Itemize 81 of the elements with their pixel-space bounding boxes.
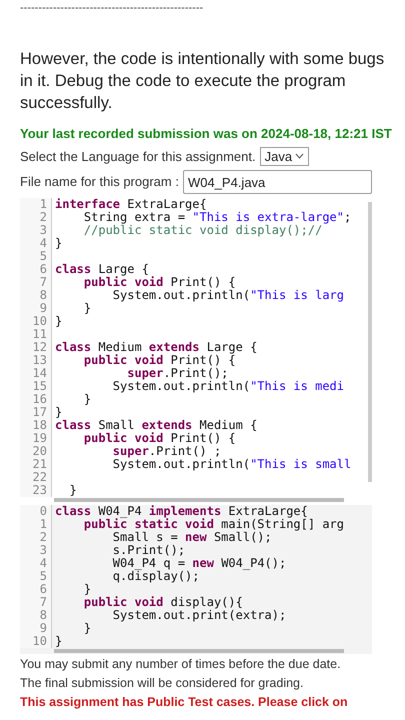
line-number: 7 — [40, 276, 47, 289]
code-line: class Small extends Medium { — [55, 419, 258, 432]
line-number: 1 — [40, 198, 47, 211]
vertical-scrollbar[interactable] — [368, 202, 372, 482]
code-line: interface ExtraLarge{ — [55, 198, 207, 211]
code-line: } — [82, 583, 92, 596]
code-line: public void display(){ — [82, 596, 243, 609]
line-number: 10 — [32, 315, 47, 328]
code-line: } — [82, 393, 92, 406]
line-number: 19 — [32, 432, 47, 445]
last-submission-text: Your last recorded submission was on 2024-08-18, 12:21 IST — [20, 125, 393, 143]
line-number: 6 — [40, 263, 47, 276]
code-line: } — [68, 484, 77, 497]
code-line: System.out.print(extra); — [112, 609, 286, 622]
line-number: 22 — [32, 471, 47, 484]
line-number: 1 — [40, 518, 47, 531]
chevron-down-icon — [295, 153, 304, 160]
code-line: W04_P4 q = new W04_P4(); — [112, 557, 286, 570]
code-line: //public static void display();// — [82, 224, 322, 237]
warning-text: This assignment has Public Test cases. Please click on — [20, 694, 349, 710]
line-number: 2 — [40, 211, 47, 224]
code-line: s.Print(); — [112, 544, 186, 557]
code-line: System.out.println("This is larg — [112, 289, 344, 302]
file-name-field[interactable]: W04_P4.java — [182, 170, 372, 194]
line-number: 8 — [40, 609, 47, 622]
code-line: super.Print(); — [126, 367, 228, 380]
line-number: 6 — [40, 583, 47, 596]
code-editor[interactable] — [20, 198, 372, 503]
line-number: 5 — [40, 250, 47, 263]
note-text: The final submission will be considered for grading. — [20, 675, 304, 691]
line-number: 4 — [40, 557, 47, 570]
code-line: public void Print() { — [82, 276, 236, 289]
code-line: } — [55, 635, 62, 648]
line-number: 21 — [32, 458, 47, 471]
code-line: } — [55, 406, 62, 419]
line-number: 0 — [40, 505, 47, 518]
code-line: super.Print() ; — [112, 445, 222, 458]
code-line: public void Print() { — [82, 432, 236, 445]
line-number: 10 — [32, 635, 47, 648]
code-line: System.out.println("This is small — [112, 458, 352, 471]
line-number: 2 — [40, 531, 47, 544]
language-label: Select the Language for this assignment. — [20, 148, 256, 166]
line-number: 5 — [40, 570, 47, 583]
code-line: System.out.println("This is medi — [112, 380, 344, 393]
line-number: 14 — [32, 367, 47, 380]
line-number: 7 — [40, 596, 47, 609]
line-number: 9 — [40, 622, 47, 635]
line-number: 15 — [32, 380, 47, 393]
line-number: 17 — [32, 406, 47, 419]
code-line: class Large { — [55, 263, 149, 276]
line-number: 8 — [40, 289, 47, 302]
code-line: } — [82, 622, 92, 635]
note-text: You may submit any number of times before the due date. — [20, 656, 342, 672]
separator-text: -------------------------------------------------- — [20, 1, 204, 16]
line-number: 9 — [40, 302, 47, 315]
line-number: 4 — [40, 237, 47, 250]
line-number: 13 — [32, 354, 47, 367]
line-number: 3 — [40, 544, 47, 557]
code-line: class Medium extends Large { — [55, 341, 258, 354]
code-line: q.display(); — [112, 570, 200, 583]
line-number: 11 — [32, 328, 47, 341]
code-line: } — [82, 302, 92, 315]
code-line: } — [55, 315, 62, 328]
language-select[interactable]: Java — [260, 146, 310, 166]
line-number: 3 — [40, 224, 47, 237]
code-line: public static void main(String[] arg — [82, 518, 344, 531]
line-number: 23 — [32, 484, 47, 497]
file-name-label: File name for this program : — [20, 173, 179, 192]
code-line: public void Print() { — [82, 354, 236, 367]
code-line: class W04_P4 implements ExtraLarge{ — [55, 505, 308, 518]
code-line: } — [55, 237, 62, 250]
horizontal-scrollbar[interactable] — [54, 649, 344, 653]
code-line: String extra = "This is extra-large"; — [82, 211, 352, 224]
line-number: 12 — [32, 341, 47, 354]
horizontal-scrollbar[interactable] — [54, 498, 344, 502]
code-line: Small s = new Small(); — [112, 531, 272, 544]
line-number: 16 — [32, 393, 47, 406]
line-number: 20 — [32, 445, 47, 458]
code-editor[interactable] — [20, 505, 372, 654]
intro-paragraph: However, the code is intentionally with some bugs in it. Debug the code to execute the program successfully. — [20, 49, 385, 114]
line-number: 18 — [32, 419, 47, 432]
